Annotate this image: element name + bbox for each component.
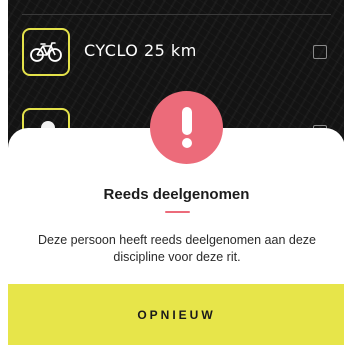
background-screen: CYCLO 25 km Reeds deelgenomen Deze perso… xyxy=(8,0,344,345)
list-divider xyxy=(22,14,331,15)
list-item-checkbox[interactable] xyxy=(313,45,327,59)
list-item-label: CYCLO 25 km xyxy=(84,41,197,60)
retry-button[interactable]: OPNIEUW xyxy=(8,284,344,345)
list-item-cyclo[interactable]: CYCLO 25 km xyxy=(22,28,331,78)
exclamation-icon xyxy=(150,91,223,164)
retry-button-label: OPNIEUW xyxy=(137,307,216,322)
dialog-message: Deze persoon heeft reeds deelgenomen aan… xyxy=(38,233,316,264)
bicycle-icon xyxy=(22,28,70,76)
title-underline xyxy=(165,211,190,213)
dialog-title: Reeds deelgenomen xyxy=(103,186,250,203)
